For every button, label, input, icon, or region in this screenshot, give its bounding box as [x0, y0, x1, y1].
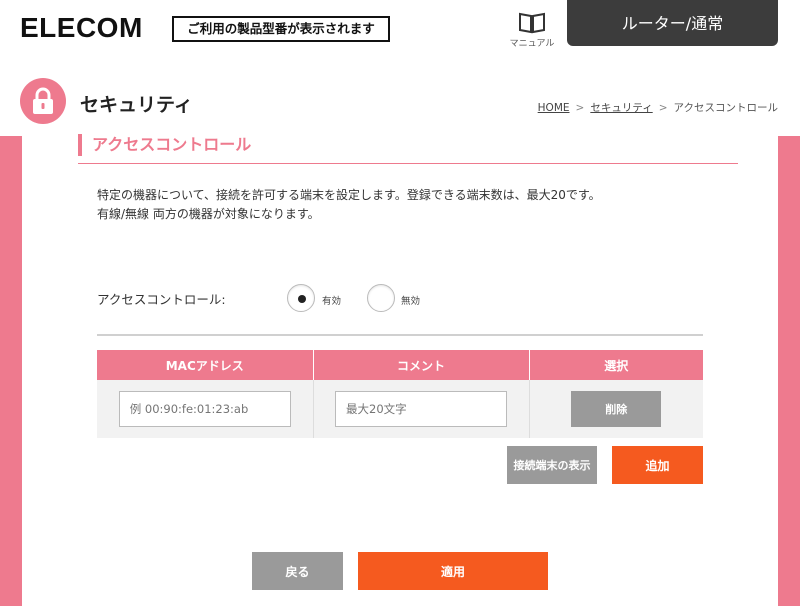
breadcrumb-separator: > — [658, 102, 668, 114]
section-title: アクセスコントロール — [78, 134, 251, 156]
book-icon — [519, 12, 545, 34]
breadcrumb-separator: > — [575, 102, 585, 114]
operation-mode-display: ルーター/通常 — [567, 0, 778, 46]
select-cell: 削除 — [529, 380, 703, 438]
mac-address-cell — [97, 380, 314, 438]
access-control-label: アクセスコントロール: — [97, 292, 226, 307]
comment-input[interactable] — [335, 391, 507, 427]
breadcrumb-home-link[interactable]: HOME — [538, 102, 570, 114]
mac-address-input[interactable] — [118, 391, 291, 427]
divider — [97, 334, 703, 336]
security-badge — [20, 78, 66, 124]
comment-column-header: コメント — [313, 350, 530, 380]
mac-address-table: MACアドレス コメント 選択 削除 — [97, 350, 703, 438]
table-header-row: MACアドレス コメント 選択 — [97, 350, 703, 380]
product-model-label: ご利用の製品型番が表示されます — [172, 16, 390, 42]
section-underline — [78, 163, 738, 164]
add-button[interactable]: 追加 — [612, 446, 703, 484]
delete-button[interactable]: 削除 — [571, 391, 662, 427]
manual-link[interactable]: マニュアル — [504, 10, 560, 49]
side-frame-left — [0, 136, 22, 606]
breadcrumb-security-link[interactable]: セキュリティ — [590, 102, 652, 114]
comment-cell — [313, 380, 530, 438]
select-column-header: 選択 — [529, 350, 703, 380]
breadcrumb-current: アクセスコントロール — [673, 102, 778, 114]
side-frame-right — [778, 136, 800, 606]
show-connected-devices-button[interactable]: 接続端末の表示 — [507, 446, 597, 484]
description-line: 特定の機器について、接続を許可する端末を設定します。登録できる端末数は、最大20… — [97, 188, 601, 202]
enable-radio-label[interactable]: 有効 — [322, 293, 341, 307]
description-line: 有線/無線 両方の機器が対象になります。 — [97, 207, 320, 221]
back-button[interactable]: 戻る — [252, 552, 343, 590]
page-title: セキュリティ — [80, 94, 193, 116]
elecom-logo: ELECOM — [20, 12, 143, 43]
section-description: 特定の機器について、接続を許可する端末を設定します。登録できる端末数は、最大20… — [97, 186, 601, 224]
access-control-disable-radio[interactable] — [367, 284, 395, 312]
mac-address-column-header: MACアドレス — [97, 350, 314, 380]
access-control-enable-radio[interactable] — [287, 284, 315, 312]
apply-button[interactable]: 適用 — [358, 552, 548, 590]
radio-selected-dot — [298, 295, 306, 303]
manual-label: マニュアル — [509, 39, 555, 49]
lock-icon — [33, 87, 53, 114]
disable-radio-label[interactable]: 無効 — [401, 293, 420, 307]
breadcrumb: HOME > セキュリティ > アクセスコントロール — [538, 100, 778, 115]
table-row: 削除 — [97, 380, 703, 438]
